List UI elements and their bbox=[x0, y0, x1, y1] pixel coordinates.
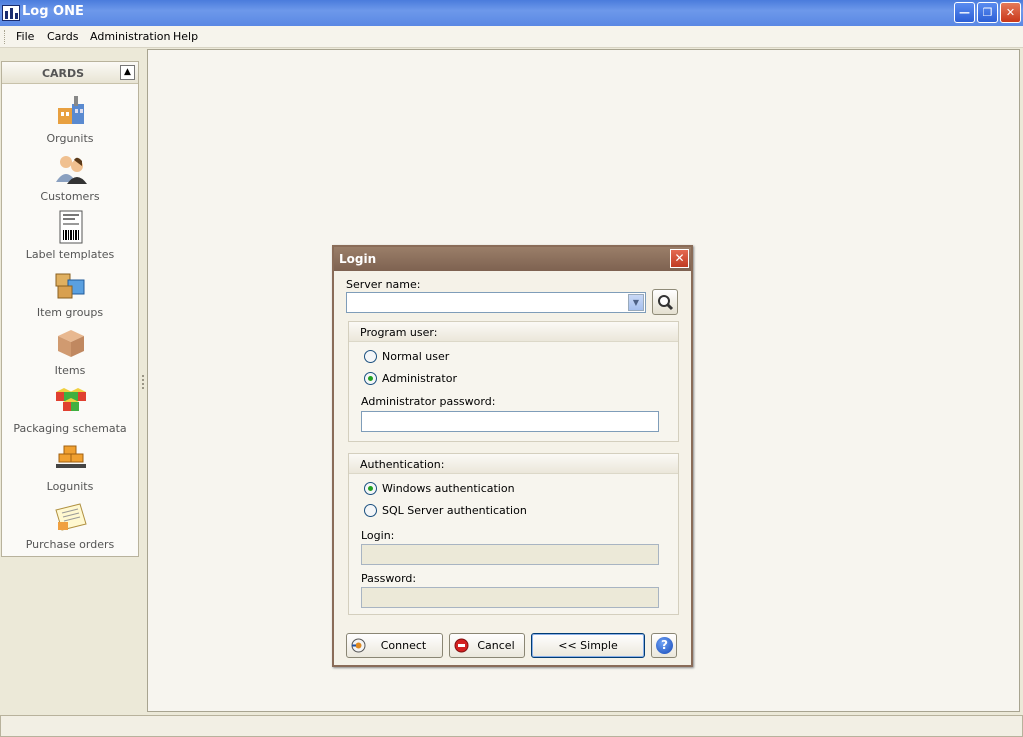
password-field[interactable] bbox=[361, 587, 659, 608]
simple-mode-label: << Simple bbox=[558, 639, 618, 652]
radio-windows-auth[interactable] bbox=[364, 482, 377, 495]
help-icon: ? bbox=[656, 637, 673, 654]
radio-sql-auth-label: SQL Server authentication bbox=[382, 504, 527, 517]
menu-cards[interactable]: Cards bbox=[47, 30, 78, 43]
card-logunits[interactable]: Logunits bbox=[2, 440, 138, 498]
card-purchase-orders[interactable]: Purchase orders bbox=[2, 498, 138, 556]
program-user-title: Program user: bbox=[360, 326, 438, 339]
dialog-title-bar: Login ✕ bbox=[334, 247, 691, 271]
card-customers[interactable]: Customers bbox=[2, 150, 138, 208]
pallet-icon bbox=[56, 445, 86, 468]
menu-file[interactable]: File bbox=[16, 30, 34, 43]
authentication-title: Authentication: bbox=[360, 458, 445, 471]
program-user-header: Program user: bbox=[349, 322, 678, 342]
users-icon bbox=[56, 156, 87, 184]
connect-label: Connect bbox=[380, 639, 427, 652]
login-field[interactable] bbox=[361, 544, 659, 565]
order-document-icon bbox=[55, 503, 87, 531]
server-name-combo[interactable]: ▼ bbox=[346, 292, 646, 313]
card-label: Logunits bbox=[46, 480, 94, 493]
box-icon bbox=[58, 330, 84, 357]
chevron-down-icon[interactable]: ▼ bbox=[628, 294, 644, 311]
title-bar: Log ONE — ❐ ✕ bbox=[0, 0, 1023, 26]
card-label: Purchase orders bbox=[25, 538, 115, 551]
radio-windows-auth-label: Windows authentication bbox=[382, 482, 515, 495]
radio-sql-auth[interactable] bbox=[364, 504, 377, 517]
card-label: Orgunits bbox=[46, 132, 94, 145]
help-button[interactable]: ? bbox=[651, 633, 677, 658]
connect-icon bbox=[351, 638, 366, 653]
minimize-button[interactable]: — bbox=[954, 2, 975, 23]
connect-button[interactable]: Connect bbox=[346, 633, 443, 658]
menu-bar: File Cards Administration Help bbox=[0, 26, 1023, 48]
card-item-groups[interactable]: Item groups bbox=[2, 266, 138, 324]
cards-sidebar: CARDS ▲ Orgunits Customers Label templat… bbox=[1, 61, 139, 557]
cancel-icon bbox=[454, 638, 469, 653]
dialog-title: Login bbox=[339, 252, 377, 266]
authentication-header: Authentication: bbox=[349, 454, 678, 474]
password-label: Password: bbox=[361, 572, 417, 585]
window-title: Log ONE bbox=[22, 4, 84, 19]
close-button[interactable]: ✕ bbox=[1000, 2, 1021, 23]
sidebar-splitter[interactable] bbox=[140, 50, 146, 712]
menu-help[interactable]: Help bbox=[173, 30, 198, 43]
admin-password-field[interactable] bbox=[361, 411, 659, 432]
radio-normal-user-label: Normal user bbox=[382, 350, 450, 363]
card-label: Label templates bbox=[25, 248, 115, 261]
factory-icon bbox=[58, 96, 84, 124]
cancel-button[interactable]: Cancel bbox=[449, 633, 525, 658]
menu-administration[interactable]: Administration bbox=[90, 30, 171, 43]
browse-servers-button[interactable] bbox=[652, 289, 678, 315]
card-label: Items bbox=[54, 364, 86, 377]
program-user-group: Program user: Normal user Administrator … bbox=[348, 321, 679, 442]
card-orgunits[interactable]: Orgunits bbox=[2, 92, 138, 150]
card-label: Packaging schemata bbox=[13, 422, 127, 435]
barcode-label-icon bbox=[59, 210, 83, 244]
card-items[interactable]: Items bbox=[2, 324, 138, 382]
radio-administrator-label: Administrator bbox=[382, 372, 457, 385]
cancel-label: Cancel bbox=[477, 639, 515, 652]
card-label-templates[interactable]: Label templates bbox=[2, 208, 138, 266]
status-bar bbox=[0, 715, 1023, 737]
radio-administrator[interactable] bbox=[364, 372, 377, 385]
login-dialog: Login ✕ Server name: ▼ Program user: Nor… bbox=[332, 245, 693, 667]
card-label: Item groups bbox=[36, 306, 104, 319]
admin-password-label: Administrator password: bbox=[361, 395, 496, 408]
app-icon bbox=[2, 5, 20, 21]
boxes-icon bbox=[55, 273, 85, 299]
dialog-close-button[interactable]: ✕ bbox=[670, 249, 689, 268]
collapse-button[interactable]: ▲ bbox=[120, 65, 135, 80]
menu-grip bbox=[4, 30, 7, 44]
simple-mode-button[interactable]: << Simple bbox=[531, 633, 645, 658]
sidebar-title: CARDS bbox=[41, 67, 85, 80]
card-label: Customers bbox=[40, 190, 100, 203]
colored-cubes-icon bbox=[56, 388, 86, 411]
authentication-group: Authentication: Windows authentication S… bbox=[348, 453, 679, 615]
search-icon bbox=[658, 295, 674, 311]
restore-button[interactable]: ❐ bbox=[977, 2, 998, 23]
server-name-label: Server name: bbox=[346, 278, 421, 291]
login-label: Login: bbox=[361, 529, 395, 542]
radio-normal-user[interactable] bbox=[364, 350, 377, 363]
card-packaging-schemata[interactable]: Packaging schemata bbox=[2, 382, 138, 440]
sidebar-header: CARDS ▲ bbox=[2, 62, 138, 84]
